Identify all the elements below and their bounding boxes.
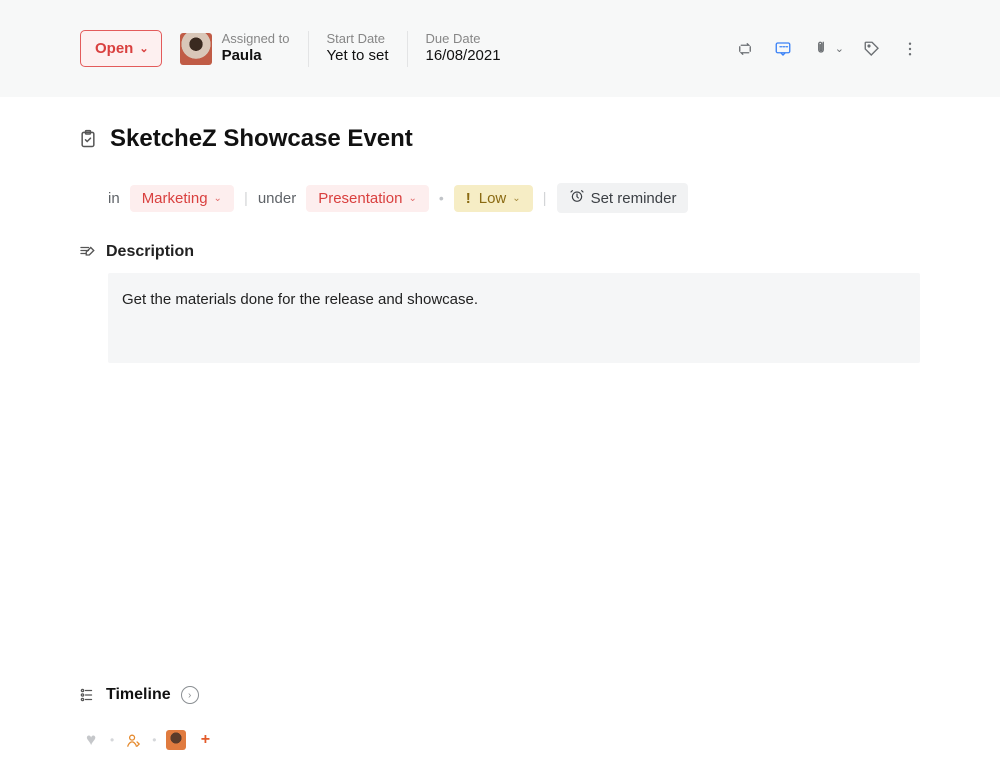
assigned-to-value: Paula — [222, 47, 290, 66]
due-date-value: 16/08/2021 — [426, 47, 501, 66]
start-date-block[interactable]: Start Date Yet to set — [327, 31, 389, 66]
task-title[interactable]: SketcheZ Showcase Event — [110, 125, 413, 153]
chevron-down-icon: ⌄ — [835, 42, 844, 55]
attachment-dropdown[interactable]: ⌄ — [811, 39, 844, 59]
due-date-block[interactable]: Due Date 16/08/2021 — [426, 31, 501, 66]
separator: | — [244, 190, 248, 207]
status-label: Open — [95, 40, 133, 57]
dot-separator: • — [110, 733, 114, 747]
attachment-icon — [811, 39, 831, 59]
follower-avatar[interactable] — [166, 730, 186, 750]
start-date-value: Yet to set — [327, 47, 389, 66]
chevron-down-icon: ⌄ — [408, 193, 416, 204]
like-icon[interactable]: ♥ — [82, 731, 100, 749]
priority-chip[interactable]: ! Low ⌄ — [454, 185, 533, 212]
description-heading: Description — [106, 243, 194, 261]
timeline-heading-row[interactable]: Timeline › — [78, 686, 920, 704]
project-name: Marketing — [142, 190, 208, 207]
project-chip[interactable]: Marketing ⌄ — [130, 185, 234, 212]
assignee-avatar — [180, 33, 212, 65]
comment-icon[interactable] — [773, 39, 793, 59]
description-body[interactable]: Get the materials done for the release a… — [108, 273, 920, 363]
assignee-text: Assigned to Paula — [222, 31, 290, 66]
chevron-down-icon: ⌄ — [139, 42, 148, 55]
chevron-down-icon: ⌄ — [214, 193, 222, 204]
divider — [308, 31, 309, 67]
under-label: under — [258, 190, 296, 207]
in-label: in — [108, 190, 120, 207]
timeline-heading: Timeline — [106, 686, 171, 704]
assigned-to-block[interactable]: Assigned to Paula — [180, 31, 290, 66]
priority-label: Low — [479, 190, 507, 207]
description-icon — [78, 243, 96, 261]
tag-icon[interactable] — [862, 39, 882, 59]
follow-icon[interactable] — [124, 731, 142, 749]
expand-timeline-icon[interactable]: › — [181, 686, 199, 704]
task-header-bar: Open ⌄ Assigned to Paula Start Date Yet … — [0, 0, 1000, 97]
more-icon[interactable] — [900, 39, 920, 59]
dot-separator: • — [152, 733, 156, 747]
add-follower-button[interactable]: + — [196, 731, 214, 749]
reminder-icon — [569, 188, 585, 208]
reminder-label: Set reminder — [591, 190, 677, 207]
title-row: SketcheZ Showcase Event — [78, 125, 920, 153]
list-name: Presentation — [318, 190, 402, 207]
task-content: SketcheZ Showcase Event in Marketing ⌄ |… — [0, 97, 1000, 383]
divider — [407, 31, 408, 67]
reactions-bar: ♥ • • + — [82, 730, 214, 750]
header-action-icons: ⌄ — [735, 39, 920, 59]
start-date-label: Start Date — [327, 31, 389, 47]
reminder-chip[interactable]: Set reminder — [557, 183, 689, 213]
task-type-icon — [78, 129, 98, 149]
priority-icon: ! — [466, 190, 471, 207]
separator: | — [543, 190, 547, 207]
due-date-label: Due Date — [426, 31, 501, 47]
list-chip[interactable]: Presentation ⌄ — [306, 185, 429, 212]
status-dropdown[interactable]: Open ⌄ — [80, 30, 162, 67]
timeline-section: Timeline › — [78, 686, 920, 704]
assigned-to-label: Assigned to — [222, 31, 290, 47]
dot-separator: • — [439, 190, 444, 206]
timeline-icon — [78, 686, 96, 704]
recurring-icon[interactable] — [735, 39, 755, 59]
task-meta-row: in Marketing ⌄ | under Presentation ⌄ • … — [108, 183, 920, 213]
description-heading-row: Description — [78, 243, 920, 261]
chevron-down-icon: ⌄ — [512, 193, 520, 204]
